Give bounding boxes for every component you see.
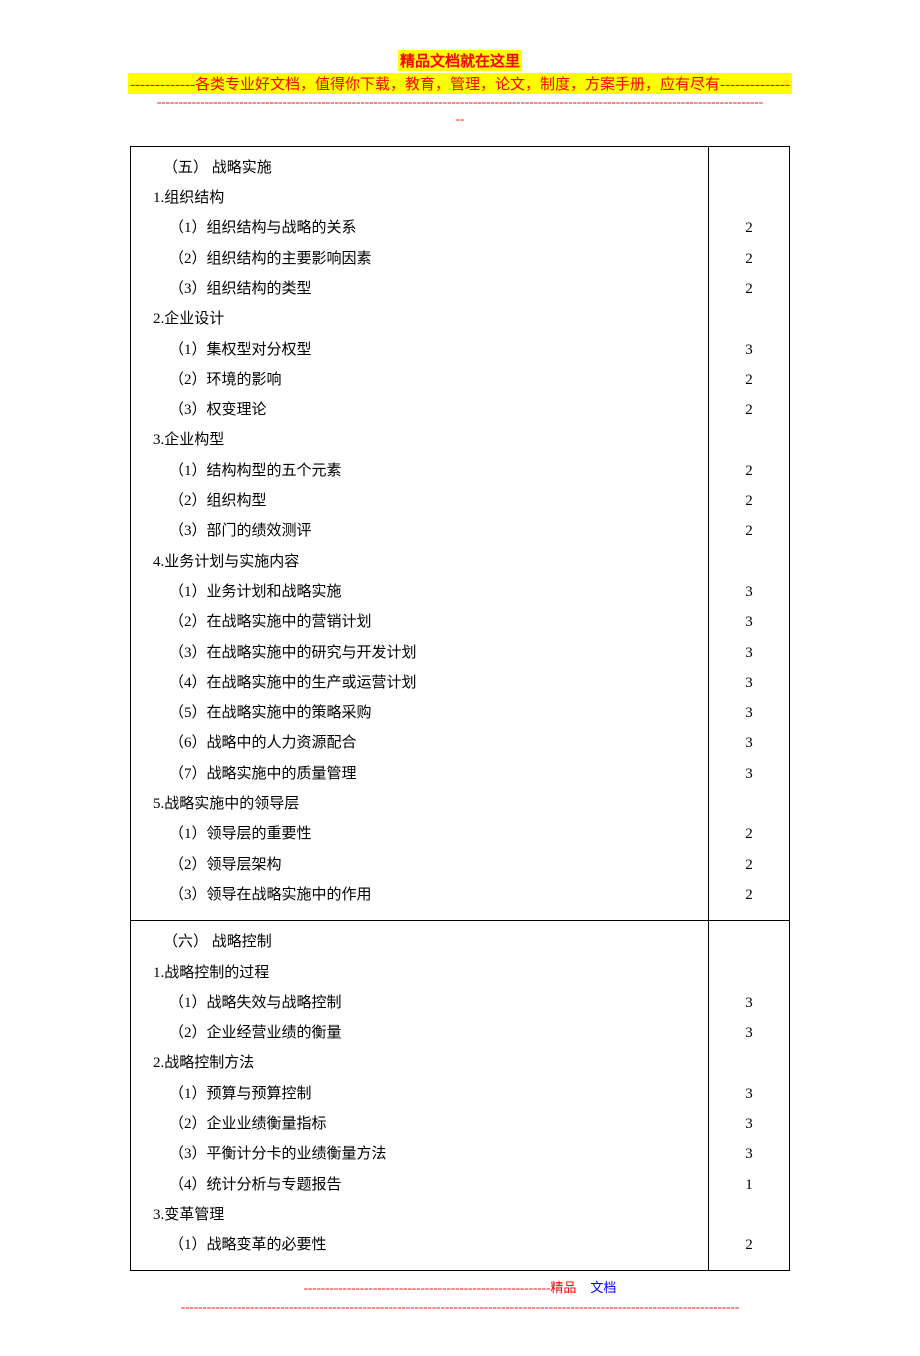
item-label: （6）战略中的人力资源配合 [145, 728, 698, 758]
item-value: 3 [709, 1139, 789, 1169]
item-label: （3）部门的绩效测评 [145, 516, 698, 546]
footer-line-1: ----------------------------------------… [130, 1279, 790, 1297]
item-label: （1）领导层的重要性 [145, 819, 698, 849]
document-page: 精品文档就在这里 -------------各类专业好文档，值得你下载，教育，管… [0, 0, 920, 1356]
group-title: 5.战略实施中的领导层 [145, 789, 698, 819]
header-subtitle: -------------各类专业好文档，值得你下载，教育，管理，论文，制度，方… [128, 73, 792, 94]
section-content-cell: （六） 战略控制1.战略控制的过程（1）战略失效与战略控制（2）企业经营业绩的衡… [131, 921, 709, 1271]
document-header: 精品文档就在这里 -------------各类专业好文档，值得你下载，教育，管… [63, 50, 858, 128]
item-label: （2）在战略实施中的营销计划 [145, 607, 698, 637]
item-value: 3 [709, 1018, 789, 1048]
section-heading: （五） 战略实施 [145, 153, 698, 183]
item-label: （1）组织结构与战略的关系 [145, 213, 698, 243]
section-content-cell: （五） 战略实施1.组织结构（1）组织结构与战略的关系（2）组织结构的主要影响因… [131, 146, 709, 920]
item-label: （1）集权型对分权型 [145, 335, 698, 365]
item-label: （2）企业业绩衡量指标 [145, 1109, 698, 1139]
item-label: （3）在战略实施中的研究与开发计划 [145, 638, 698, 668]
item-label: （4）在战略实施中的生产或运营计划 [145, 668, 698, 698]
section-number-cell: 33 3331 2 [709, 921, 790, 1271]
header-divider: ----------------------------------------… [63, 94, 858, 111]
item-label: （3）平衡计分卡的业绩衡量方法 [145, 1139, 698, 1169]
item-value: 3 [709, 607, 789, 637]
item-value: 3 [709, 1109, 789, 1139]
group-title: 2.企业设计 [145, 304, 698, 334]
item-label: （2）环境的影响 [145, 365, 698, 395]
item-label: （2）企业经营业绩的衡量 [145, 1018, 698, 1048]
item-label: （1）战略失效与战略控制 [145, 988, 698, 1018]
item-label: （1）战略变革的必要性 [145, 1230, 698, 1260]
header-title: 精品文档就在这里 [398, 50, 522, 71]
item-label: （1）结构构型的五个元素 [145, 456, 698, 486]
item-value: 3 [709, 698, 789, 728]
item-label: （7）战略实施中的质量管理 [145, 759, 698, 789]
content-table: （五） 战略实施1.组织结构（1）组织结构与战略的关系（2）组织结构的主要影响因… [130, 146, 790, 1272]
group-title: 1.组织结构 [145, 183, 698, 213]
item-label: （5）在战略实施中的策略采购 [145, 698, 698, 728]
footer-jingpin: 精品 [550, 1280, 576, 1295]
item-value: 3 [709, 1079, 789, 1109]
item-label: （3）权变理论 [145, 395, 698, 425]
document-footer: ----------------------------------------… [130, 1279, 790, 1315]
item-value: 2 [709, 395, 789, 425]
item-value: 2 [709, 456, 789, 486]
item-value: 2 [709, 850, 789, 880]
item-value: 3 [709, 759, 789, 789]
item-label: （1）业务计划和战略实施 [145, 577, 698, 607]
item-value: 2 [709, 213, 789, 243]
group-title: 4.业务计划与实施内容 [145, 547, 698, 577]
group-title: 1.战略控制的过程 [145, 958, 698, 988]
item-value: 2 [709, 274, 789, 304]
item-value: 2 [709, 365, 789, 395]
item-value: 2 [709, 486, 789, 516]
item-label: （2）领导层架构 [145, 850, 698, 880]
group-title: 3.企业构型 [145, 425, 698, 455]
item-label: （4）统计分析与专题报告 [145, 1170, 698, 1200]
footer-line-2: ----------------------------------------… [130, 1298, 790, 1316]
item-label: （1）预算与预算控制 [145, 1079, 698, 1109]
item-value: 3 [709, 988, 789, 1018]
section-number-cell: 222 322 222 3333333 222 [709, 146, 790, 920]
group-title: 3.变革管理 [145, 1200, 698, 1230]
item-value: 2 [709, 244, 789, 274]
header-divider-2: -- [63, 111, 858, 128]
item-value: 3 [709, 638, 789, 668]
item-value: 2 [709, 880, 789, 910]
item-label: （3）领导在战略实施中的作用 [145, 880, 698, 910]
item-label: （2）组织结构的主要影响因素 [145, 244, 698, 274]
group-title: 2.战略控制方法 [145, 1048, 698, 1078]
item-value: 3 [709, 668, 789, 698]
footer-wendang: 文档 [590, 1280, 616, 1295]
item-value: 3 [709, 728, 789, 758]
item-label: （2）组织构型 [145, 486, 698, 516]
item-value: 2 [709, 516, 789, 546]
item-label: （3）组织结构的类型 [145, 274, 698, 304]
item-value: 3 [709, 335, 789, 365]
item-value: 2 [709, 1230, 789, 1260]
item-value: 2 [709, 819, 789, 849]
section-heading: （六） 战略控制 [145, 927, 698, 957]
item-value: 3 [709, 577, 789, 607]
item-value: 1 [709, 1170, 789, 1200]
